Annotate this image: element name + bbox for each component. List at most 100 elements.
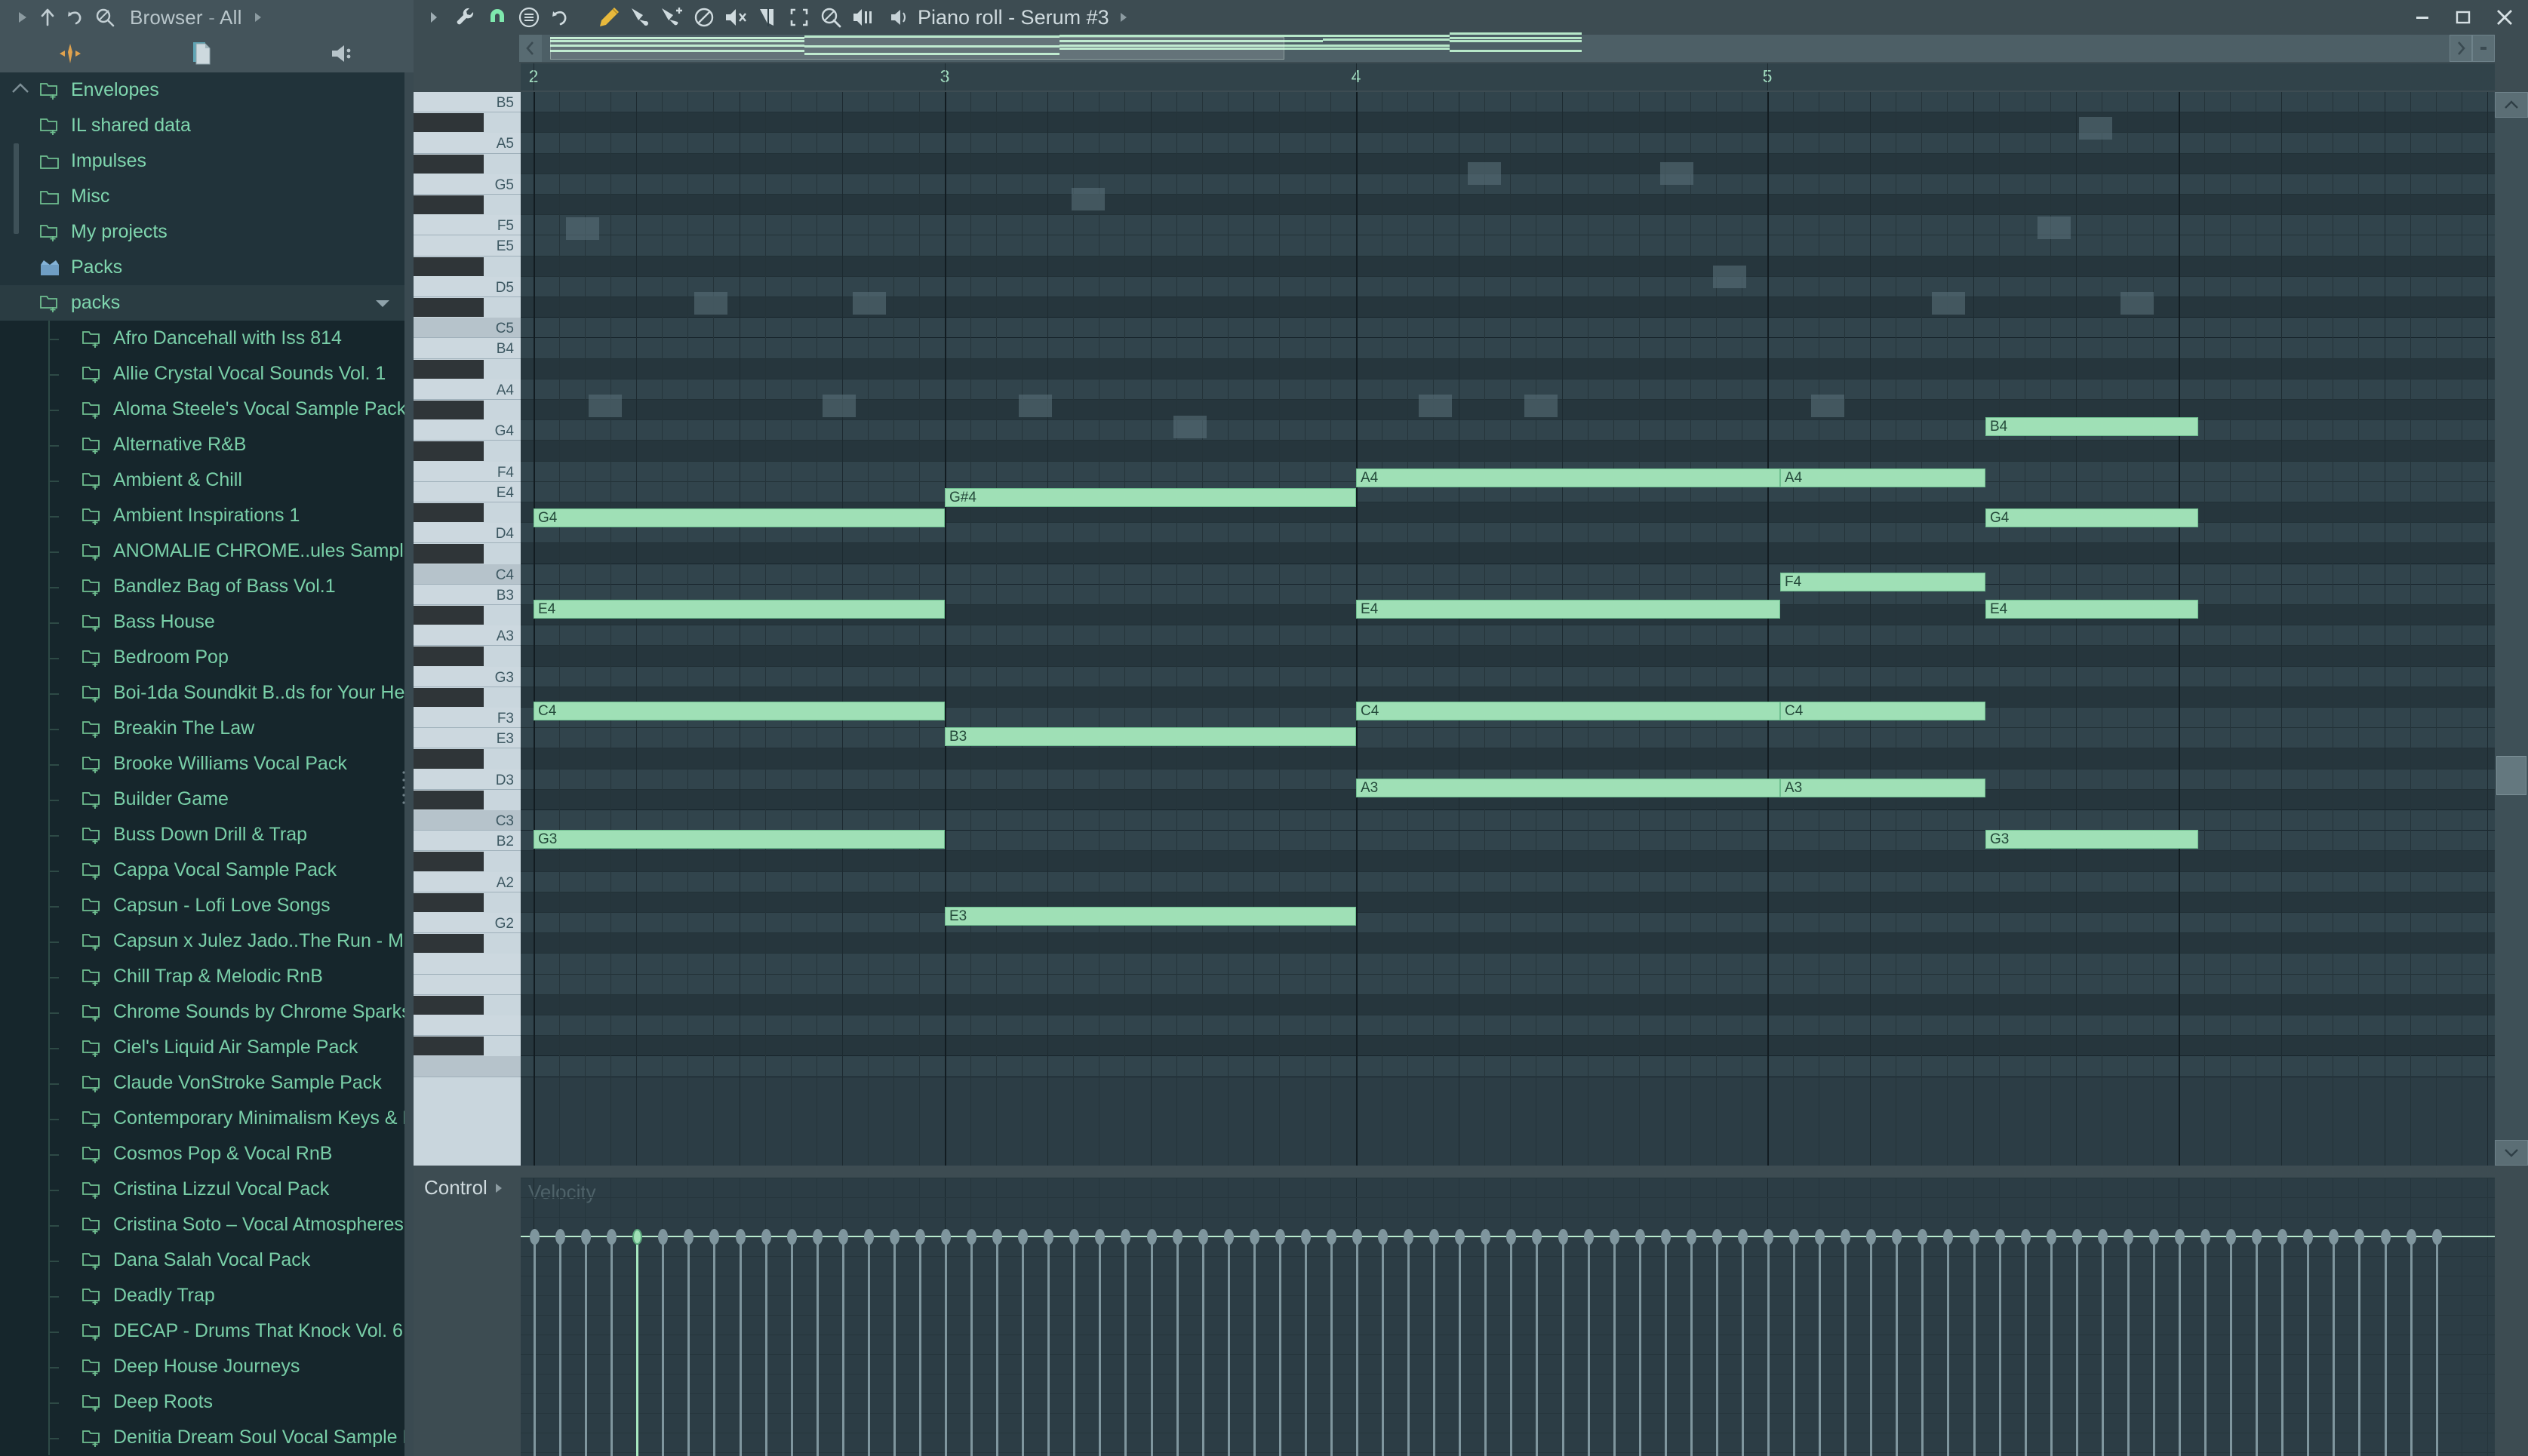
piano-key-Fsharp2[interactable]: [414, 934, 484, 954]
browser-item-anomalie-chrome-ules-sample-pack[interactable]: ANOMALIE CHROME..ules Sample Pack: [0, 533, 414, 569]
velocity-handle[interactable]: [2406, 1229, 2416, 1245]
browser-item-aloma-steele-s-vocal-sample-pack[interactable]: Aloma Steele's Vocal Sample Pack: [0, 392, 414, 427]
velocity-stem[interactable]: [2152, 1236, 2155, 1456]
minimize-icon[interactable]: [2413, 8, 2431, 26]
velocity-stem[interactable]: [1073, 1236, 1076, 1456]
velocity-handle[interactable]: [709, 1229, 720, 1245]
note-F4[interactable]: F4: [1780, 573, 1985, 592]
velocity-handle[interactable]: [967, 1229, 977, 1245]
velocity-handle[interactable]: [1018, 1229, 1029, 1245]
control-label-group[interactable]: Control: [424, 1176, 504, 1200]
piano-key-Csharp5[interactable]: [414, 298, 484, 318]
note-C4[interactable]: C4: [1356, 702, 1780, 721]
velocity-stem[interactable]: [2127, 1236, 2130, 1456]
maximize-icon[interactable]: [2454, 8, 2472, 26]
browser-item-alternative-r-b[interactable]: Alternative R&B: [0, 427, 414, 462]
velocity-handle[interactable]: [2226, 1229, 2237, 1245]
velocity-handle[interactable]: [632, 1229, 643, 1245]
note-A3[interactable]: A3: [1780, 779, 1985, 798]
browser-item-misc[interactable]: Misc: [0, 179, 414, 214]
zoom-magnifier-icon[interactable]: [815, 2, 847, 33]
velocity-handle[interactable]: [863, 1229, 874, 1245]
velocity-handle[interactable]: [1609, 1229, 1619, 1245]
browser-item-my-projects[interactable]: My projects: [0, 214, 414, 250]
overview-selection[interactable]: [549, 37, 1284, 60]
velocity-stem[interactable]: [1638, 1236, 1641, 1456]
browser-item-decap-drums-that-knock-vol-6[interactable]: DECAP - Drums That Knock Vol. 6: [0, 1313, 414, 1349]
velocity-stem[interactable]: [1382, 1236, 1385, 1456]
velocity-handle[interactable]: [1969, 1229, 1979, 1245]
velocity-stem[interactable]: [585, 1236, 588, 1456]
velocity-stem[interactable]: [2050, 1236, 2053, 1456]
velocity-handle[interactable]: [1249, 1229, 1259, 1245]
piano-key-Fsharp5[interactable]: [414, 195, 484, 215]
velocity-stem[interactable]: [1510, 1236, 1513, 1456]
browser-item-packs[interactable]: Packs: [0, 250, 414, 285]
note-E3[interactable]: E3: [945, 907, 1356, 926]
velocity-stem[interactable]: [2435, 1236, 2438, 1456]
piano-key-Gsharp4[interactable]: [414, 401, 484, 420]
browser-item-ambient-chill[interactable]: Ambient & Chill: [0, 462, 414, 498]
velocity-handle[interactable]: [1686, 1229, 1696, 1245]
velocity-handle[interactable]: [684, 1229, 694, 1245]
velocity-stem[interactable]: [1304, 1236, 1307, 1456]
velocity-handle[interactable]: [1918, 1229, 1928, 1245]
browser-item-ambient-inspirations-1[interactable]: Ambient Inspirations 1: [0, 498, 414, 533]
velocity-handle[interactable]: [2175, 1229, 2185, 1245]
browser-item-cristina-lizzul-vocal-pack[interactable]: Cristina Lizzul Vocal Pack: [0, 1172, 414, 1207]
velocity-stem[interactable]: [1767, 1236, 1770, 1456]
velocity-handle[interactable]: [812, 1229, 823, 1245]
velocity-handle[interactable]: [735, 1229, 746, 1245]
piano-key-Dsharp3[interactable]: [414, 749, 484, 769]
note-E4[interactable]: E4: [534, 600, 945, 619]
velocity-stem[interactable]: [1793, 1236, 1796, 1456]
note-E4[interactable]: E4: [1985, 600, 2198, 619]
piano-key-Gsharp2[interactable]: [414, 892, 484, 912]
undo-arrow-icon[interactable]: [66, 8, 85, 26]
velocity-handle[interactable]: [555, 1229, 566, 1245]
velocity-handle[interactable]: [1172, 1229, 1183, 1245]
browser-resize-dots[interactable]: [400, 769, 407, 816]
velocity-stem[interactable]: [1613, 1236, 1616, 1456]
velocity-handle[interactable]: [2380, 1229, 2391, 1245]
speaker-icon[interactable]: [330, 43, 355, 64]
velocity-stem[interactable]: [1741, 1236, 1744, 1456]
note-B4[interactable]: B4: [1985, 417, 2198, 437]
close-icon[interactable]: [2495, 8, 2514, 27]
browser-item-allie-crystal-vocal-sounds-vol-1[interactable]: Allie Crystal Vocal Sounds Vol. 1: [0, 356, 414, 392]
velocity-handle[interactable]: [1146, 1229, 1157, 1245]
velocity-stem[interactable]: [610, 1236, 614, 1456]
velocity-handle[interactable]: [1352, 1229, 1362, 1245]
velocity-stem[interactable]: [1819, 1236, 1822, 1456]
velocity-handle[interactable]: [1300, 1229, 1311, 1245]
velocity-handle[interactable]: [1711, 1229, 1722, 1245]
piano-key-Dsharp2[interactable]: [414, 995, 484, 1015]
velocity-stem[interactable]: [1150, 1236, 1153, 1456]
overview-right-buttons[interactable]: [2450, 35, 2495, 62]
velocity-handle[interactable]: [915, 1229, 925, 1245]
piano-key-Csharp4[interactable]: [414, 544, 484, 564]
velocity-stem[interactable]: [1561, 1236, 1564, 1456]
velocity-handle[interactable]: [2200, 1229, 2211, 1245]
velocity-handle[interactable]: [530, 1229, 540, 1245]
window-controls[interactable]: [2413, 0, 2514, 35]
browser-item-boi-1da-soundkit-b-ds-for-your-headtop[interactable]: Boi-1da Soundkit B..ds for Your Headtop: [0, 675, 414, 711]
browser-item-afro-dancehall-with-iss-814[interactable]: Afro Dancehall with Iss 814: [0, 321, 414, 356]
paint-brush-icon[interactable]: [625, 2, 657, 33]
velocity-handle[interactable]: [2046, 1229, 2056, 1245]
overview-zoom-button[interactable]: [2472, 35, 2495, 62]
velocity-stem[interactable]: [1047, 1236, 1050, 1456]
velocity-handle[interactable]: [1764, 1229, 1773, 1245]
note-C4[interactable]: C4: [1780, 702, 1985, 721]
vertical-scroll-thumb[interactable]: [2496, 756, 2526, 795]
velocity-handle[interactable]: [889, 1229, 900, 1245]
velocity-handle[interactable]: [1429, 1229, 1440, 1245]
velocity-stem[interactable]: [739, 1236, 742, 1456]
velocity-handle[interactable]: [2252, 1229, 2262, 1245]
velocity-stem[interactable]: [1587, 1236, 1590, 1456]
velocity-stem[interactable]: [1433, 1236, 1436, 1456]
velocity-stem[interactable]: [713, 1236, 716, 1456]
velocity-stem[interactable]: [2230, 1236, 2233, 1456]
velocity-handle[interactable]: [2071, 1229, 2082, 1245]
note-Gsharp4[interactable]: G#4: [945, 488, 1356, 508]
